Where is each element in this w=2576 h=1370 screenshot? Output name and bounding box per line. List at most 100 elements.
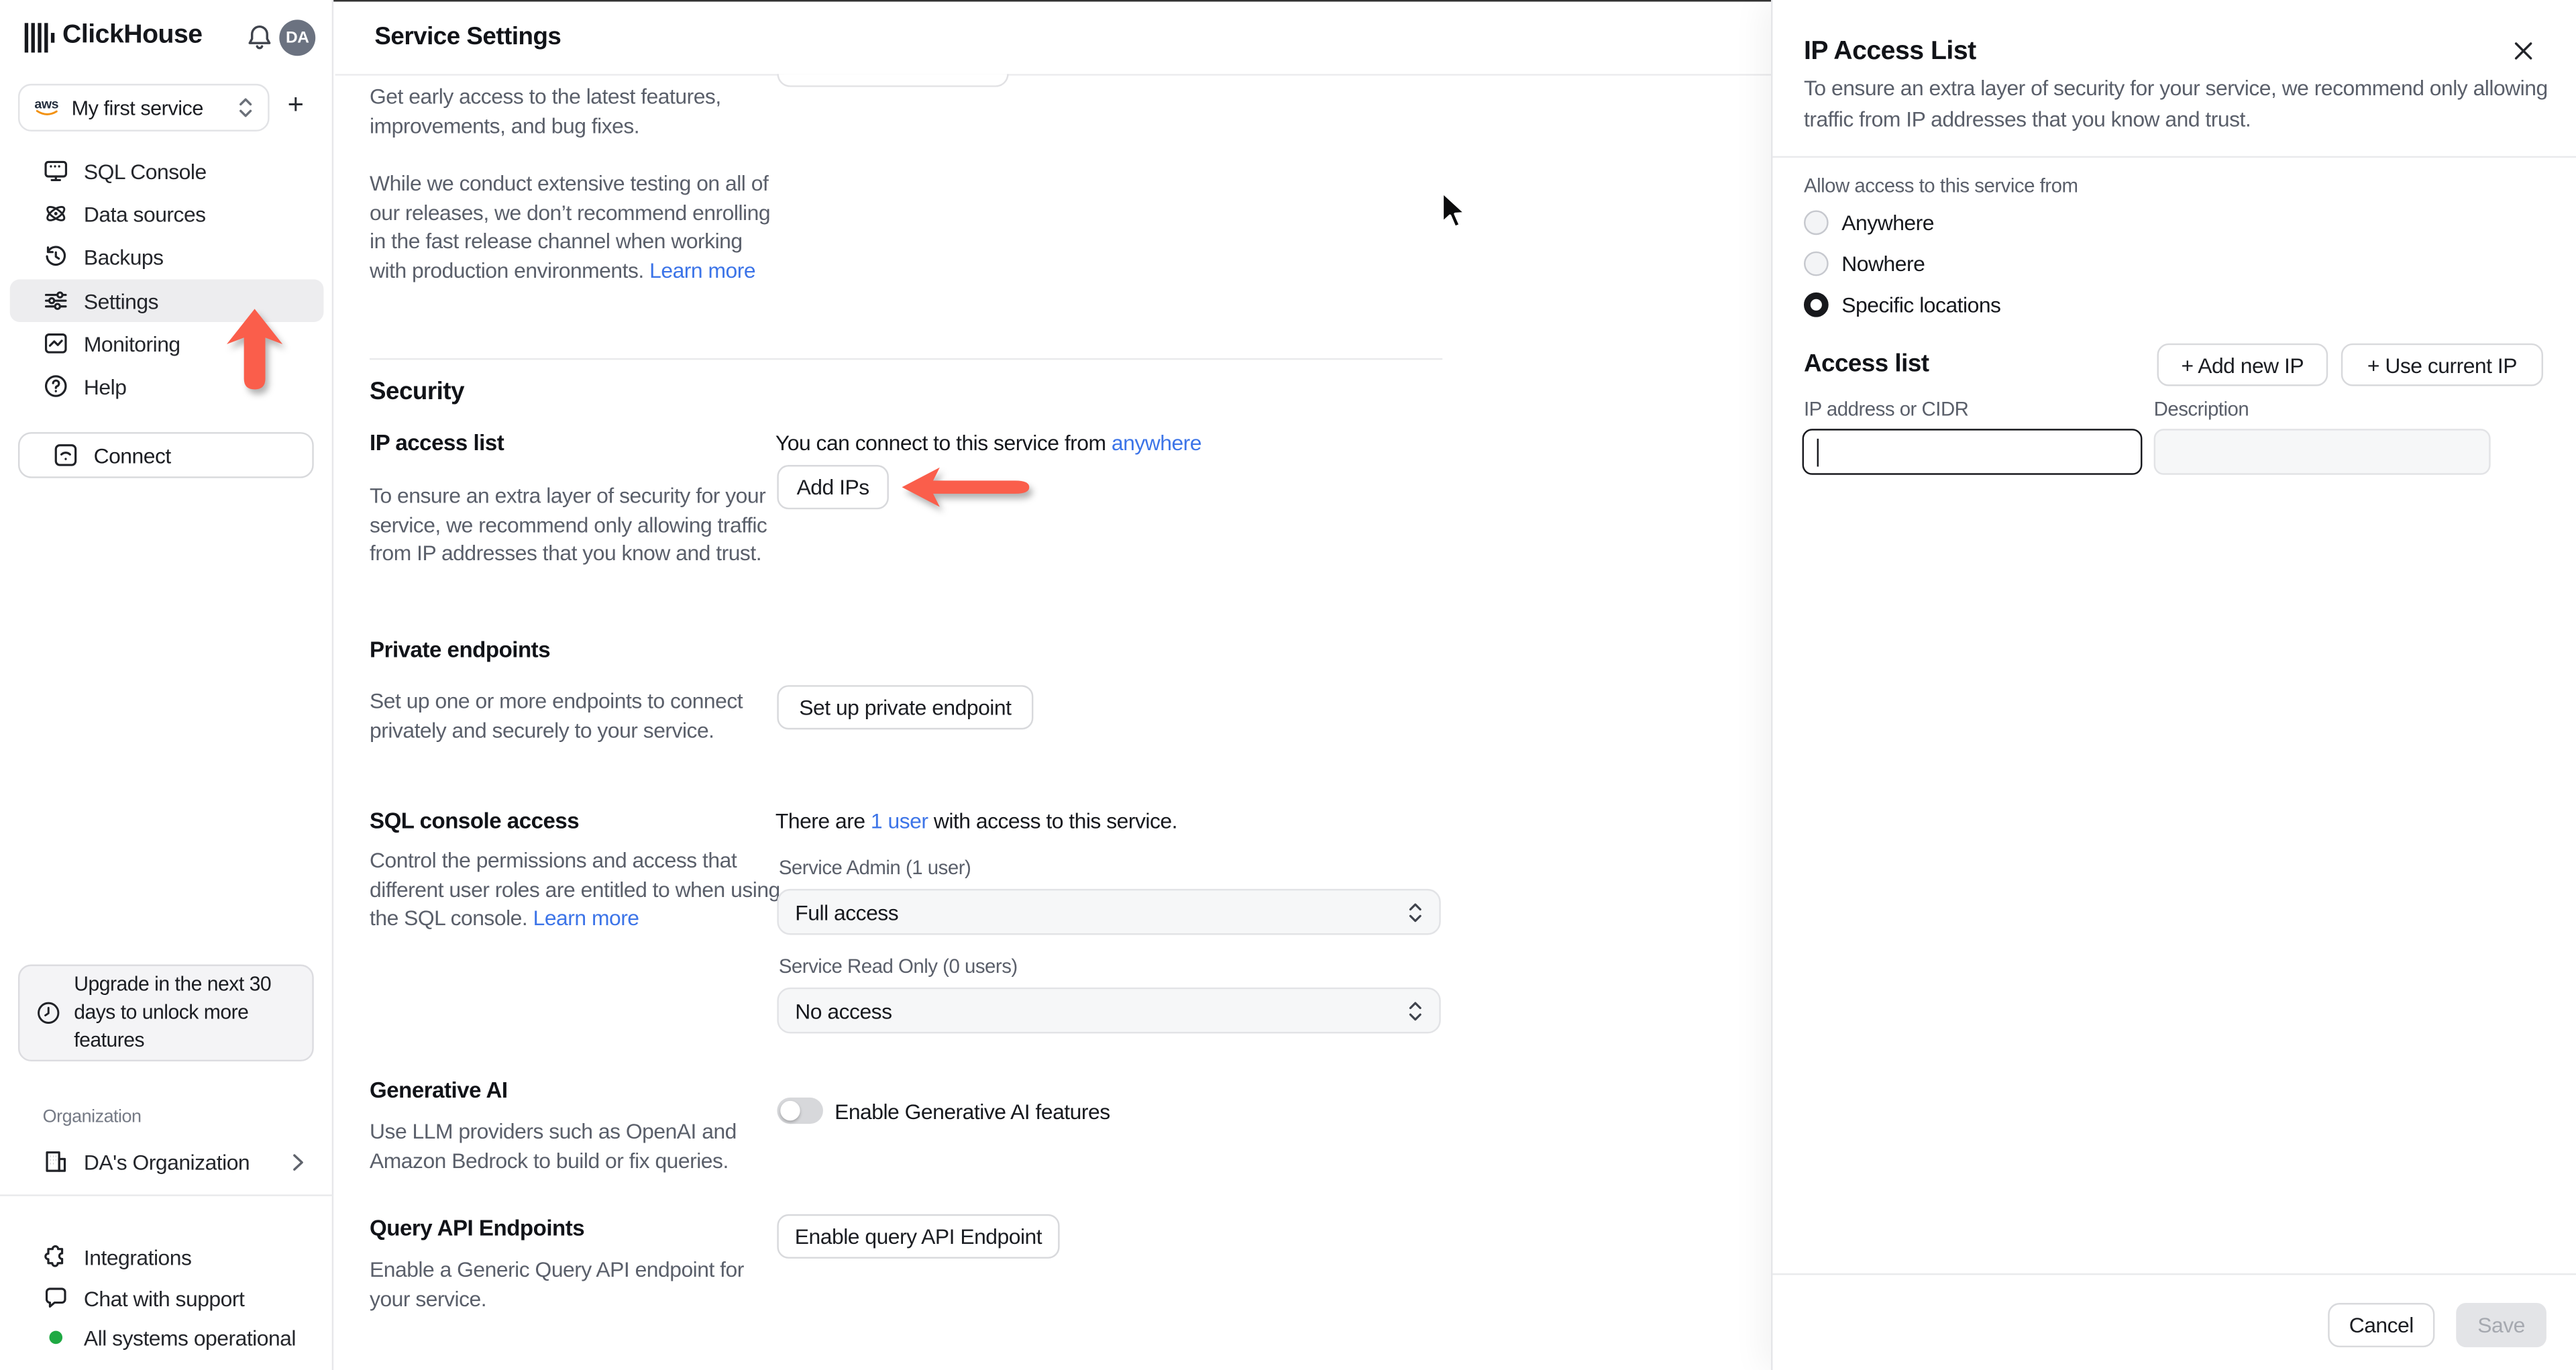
service-admin-value: Full access bbox=[795, 899, 899, 925]
generative-ai-description: Use LLM providers such as OpenAI and Ama… bbox=[370, 1118, 737, 1173]
help-icon bbox=[43, 373, 69, 399]
ip-access-list-heading: IP access list bbox=[370, 430, 504, 456]
sidebar-item-label: Backups bbox=[83, 244, 164, 269]
sidebar-item-label: Integrations bbox=[83, 1245, 192, 1269]
mouse-cursor bbox=[1439, 191, 1475, 233]
release-channel-select-partial[interactable] bbox=[777, 74, 1009, 87]
user-avatar[interactable]: DA bbox=[279, 19, 316, 56]
setup-private-endpoint-button[interactable]: Set up private endpoint bbox=[777, 685, 1034, 730]
radio-circle-icon bbox=[1803, 210, 1829, 235]
sidebar: ClickHouse DA aws My first service + SQL… bbox=[0, 0, 334, 1370]
upgrade-banner[interactable]: Upgrade in the next 30 days to unlock mo… bbox=[17, 964, 314, 1062]
use-current-ip-button[interactable]: + Use current IP bbox=[2341, 343, 2544, 386]
service-admin-label: Service Admin (1 user) bbox=[778, 855, 971, 880]
system-status-label: All systems operational bbox=[83, 1325, 297, 1350]
query-api-heading: Query API Endpoints bbox=[370, 1216, 585, 1241]
annotation-arrow-left bbox=[902, 467, 1030, 508]
query-api-description: Enable a Generic Query API endpoint for … bbox=[370, 1257, 744, 1311]
toggle-knob bbox=[780, 1100, 800, 1121]
radio-label: Nowhere bbox=[1841, 251, 1925, 276]
organization-section-label: Organization bbox=[42, 1107, 142, 1128]
anywhere-link[interactable]: anywhere bbox=[1112, 431, 1202, 456]
ip-access-list-description: To ensure an extra layer of security for… bbox=[370, 483, 767, 566]
ip-cidr-input[interactable] bbox=[1802, 429, 2143, 475]
clickhouse-logo-icon bbox=[23, 21, 56, 54]
ip-access-list-panel: IP Access List To ensure an extra layer … bbox=[1771, 0, 2576, 1370]
sidebar-item-organization[interactable]: DA's Organization bbox=[10, 1141, 324, 1183]
sidebar-item-label: Chat with support bbox=[83, 1285, 245, 1311]
text-caret bbox=[1817, 438, 1819, 467]
add-new-ip-button[interactable]: + Add new IP bbox=[2157, 343, 2328, 386]
data-sources-icon bbox=[43, 201, 69, 227]
cancel-button[interactable]: Cancel bbox=[2328, 1303, 2435, 1348]
generative-ai-toggle[interactable] bbox=[777, 1097, 823, 1124]
access-list-heading: Access list bbox=[1803, 350, 1929, 378]
sidebar-item-integrations[interactable]: Integrations bbox=[10, 1236, 324, 1279]
add-ips-button[interactable]: Add IPs bbox=[777, 465, 889, 510]
section-divider bbox=[370, 358, 1443, 360]
radio-circle-selected-icon bbox=[1803, 292, 1829, 317]
panel-description: To ensure an extra layer of security for… bbox=[1803, 75, 2548, 131]
sql-users-line: There are 1 user with access to this ser… bbox=[775, 808, 1178, 833]
add-service-button[interactable]: + bbox=[288, 89, 304, 121]
clickhouse-console: ClickHouse DA aws My first service + SQL… bbox=[0, 0, 2576, 1370]
service-readonly-select[interactable]: No access bbox=[777, 987, 1441, 1034]
notifications-bell-icon[interactable] bbox=[245, 23, 274, 52]
brand-title: ClickHouse bbox=[62, 21, 203, 50]
radio-label: Anywhere bbox=[1841, 210, 1934, 235]
aws-logo-icon: aws bbox=[34, 98, 58, 117]
backups-history-icon bbox=[43, 243, 69, 269]
puzzle-icon bbox=[43, 1244, 69, 1270]
ip-cidr-label: IP address or CIDR bbox=[1803, 397, 1969, 421]
learn-more-link[interactable]: Learn more bbox=[533, 905, 639, 930]
sql-console-icon bbox=[43, 158, 69, 184]
chevron-updown-icon bbox=[1409, 1001, 1421, 1020]
building-icon bbox=[43, 1149, 69, 1175]
sidebar-item-label: Help bbox=[83, 374, 127, 399]
monitoring-chart-icon bbox=[43, 330, 69, 356]
radio-label: Specific locations bbox=[1841, 292, 2001, 317]
annotation-arrow-up bbox=[226, 309, 283, 390]
enable-query-api-button[interactable]: Enable query API Endpoint bbox=[777, 1214, 1060, 1259]
sidebar-item-backups[interactable]: Backups bbox=[10, 235, 324, 278]
settings-sliders-icon bbox=[43, 288, 69, 314]
private-endpoints-heading: Private endpoints bbox=[370, 637, 551, 662]
panel-footer-divider bbox=[1772, 1273, 2576, 1275]
panel-title: IP Access List bbox=[1803, 38, 1976, 66]
sql-console-access-heading: SQL console access bbox=[370, 808, 580, 833]
save-button[interactable]: Save bbox=[2456, 1303, 2546, 1348]
radio-nowhere[interactable]: Nowhere bbox=[1803, 251, 1925, 276]
one-user-link[interactable]: 1 user bbox=[871, 808, 928, 833]
sidebar-item-chat-support[interactable]: Chat with support bbox=[10, 1277, 324, 1320]
learn-more-link[interactable]: Learn more bbox=[649, 257, 755, 282]
service-readonly-value: No access bbox=[795, 998, 892, 1023]
sidebar-item-label: Settings bbox=[83, 288, 159, 313]
generative-ai-heading: Generative AI bbox=[370, 1077, 508, 1103]
service-readonly-label: Service Read Only (0 users) bbox=[778, 954, 1018, 978]
radio-anywhere[interactable]: Anywhere bbox=[1803, 210, 1934, 235]
service-selector[interactable]: aws My first service bbox=[17, 83, 270, 131]
panel-divider bbox=[1772, 156, 2576, 158]
radio-specific-locations[interactable]: Specific locations bbox=[1803, 292, 2001, 317]
chevron-updown-icon bbox=[1409, 902, 1421, 922]
connect-label: Connect bbox=[93, 443, 172, 468]
sidebar-item-label: Monitoring bbox=[83, 331, 180, 356]
connect-from-line: You can connect to this service from any… bbox=[775, 431, 1202, 456]
radio-circle-icon bbox=[1803, 251, 1829, 276]
clock-icon bbox=[36, 1000, 61, 1026]
sidebar-item-label: SQL Console bbox=[83, 158, 207, 184]
connect-button[interactable]: Connect bbox=[17, 432, 314, 478]
connect-icon bbox=[52, 442, 78, 468]
status-dot-icon bbox=[43, 1324, 69, 1351]
service-admin-select[interactable]: Full access bbox=[777, 888, 1441, 935]
chevron-right-icon bbox=[293, 1153, 303, 1170]
sidebar-item-sql-console[interactable]: SQL Console bbox=[10, 150, 324, 193]
header-divider bbox=[335, 74, 1772, 76]
sql-access-description: Control the permissions and access that … bbox=[370, 846, 780, 933]
sidebar-item-data-sources[interactable]: Data sources bbox=[10, 193, 324, 235]
description-input[interactable] bbox=[2153, 429, 2491, 475]
allow-access-label: Allow access to this service from bbox=[1803, 174, 2078, 197]
sidebar-item-system-status[interactable]: All systems operational bbox=[10, 1316, 324, 1359]
security-section-heading: Security bbox=[370, 378, 465, 406]
close-icon[interactable] bbox=[2509, 36, 2538, 66]
